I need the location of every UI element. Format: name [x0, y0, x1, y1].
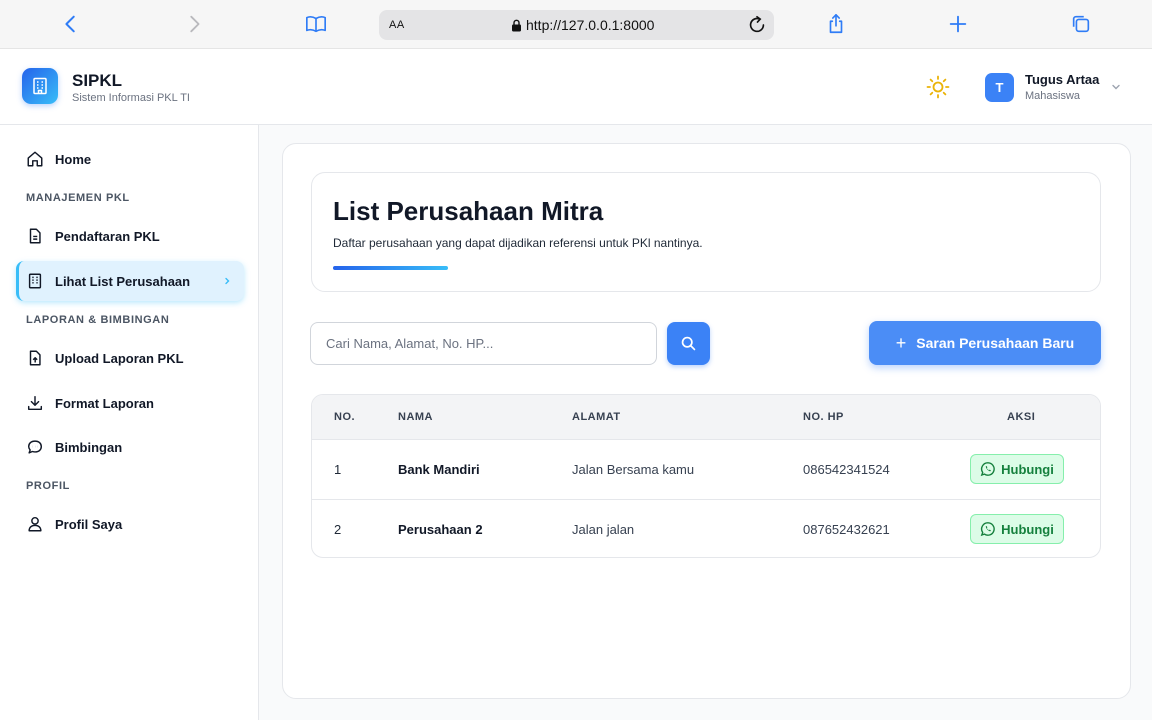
company-phone: 086542341524 [803, 462, 890, 477]
row-number: 1 [334, 462, 342, 477]
lock-icon [512, 19, 521, 31]
contact-button-label: Hubungi [1001, 461, 1054, 477]
column-header-no: NO. [334, 411, 356, 423]
building-icon [28, 273, 42, 289]
sidebar-item-format-laporan[interactable]: Format Laporan [16, 383, 244, 423]
browser-toolbar: AA http://127.0.0.1:8000 [0, 0, 1152, 49]
contact-button[interactable]: Hubungi [970, 454, 1064, 484]
add-company-label: Saran Perusahaan Baru [916, 335, 1075, 351]
table-row: 1 Bank Mandiri Jalan Bersama kamu 086542… [312, 440, 1100, 500]
column-header-aksi: AKSI [1007, 411, 1036, 423]
whatsapp-icon [980, 522, 995, 537]
user-name[interactable]: Tugus Artaa [1025, 72, 1099, 87]
sidebar-item-label: Pendaftaran PKL [55, 228, 160, 244]
url-display[interactable]: http://127.0.0.1:8000 [511, 17, 654, 33]
column-header-nohp: NO. HP [803, 411, 844, 423]
search-button[interactable] [667, 322, 710, 365]
reload-icon[interactable] [746, 14, 768, 36]
sidebar-item-label: Bimbingan [55, 439, 123, 455]
url-text: http://127.0.0.1:8000 [526, 17, 655, 33]
title-underline [333, 266, 448, 270]
page-header-card [311, 172, 1101, 292]
user-role: Mahasiswa [1025, 90, 1081, 102]
tabs-icon[interactable] [1067, 10, 1095, 38]
address-bar[interactable]: AA http://127.0.0.1:8000 [379, 10, 774, 40]
forward-icon[interactable] [180, 10, 208, 38]
whatsapp-icon [980, 462, 995, 477]
app-header: SIPKL Sistem Informasi PKL TI T Tugus Ar… [0, 49, 1152, 125]
sidebar: Home MANAJEMEN PKL Pendaftaran PKL Lihat… [0, 125, 259, 720]
document-upload-icon [29, 350, 41, 366]
new-tab-icon[interactable] [944, 10, 972, 38]
user-icon [28, 516, 42, 532]
chevron-right-icon [225, 277, 230, 285]
sidebar-section-laporan: LAPORAN & BIMBINGAN [26, 314, 170, 326]
company-name: Bank Mandiri [398, 462, 480, 477]
company-address: Jalan Bersama kamu [572, 462, 695, 477]
download-icon [27, 395, 43, 411]
user-avatar[interactable]: T [985, 73, 1014, 102]
sidebar-item-label: Home [55, 151, 92, 167]
column-header-nama: NAMA [398, 411, 433, 423]
home-icon [27, 151, 43, 167]
row-number: 2 [334, 522, 342, 537]
page-description: Daftar perusahaan yang dapat dijadikan r… [333, 236, 703, 250]
contact-button-label: Hubungi [1001, 521, 1054, 537]
plus-icon: + [895, 332, 907, 353]
sun-icon[interactable] [926, 75, 950, 99]
bookmarks-icon[interactable] [302, 10, 330, 38]
sidebar-item-home[interactable]: Home [16, 139, 244, 179]
chat-icon [27, 440, 43, 454]
building-logo-icon [22, 68, 58, 104]
sidebar-item-label: Format Laporan [55, 395, 154, 411]
contact-button[interactable]: Hubungi [970, 514, 1064, 544]
sidebar-item-label: Upload Laporan PKL [55, 350, 184, 366]
add-company-button[interactable]: + Saran Perusahaan Baru [869, 321, 1101, 365]
document-icon [29, 228, 41, 244]
app-brand-subtitle: Sistem Informasi PKL TI [72, 92, 190, 104]
reader-aa-button[interactable]: AA [389, 19, 405, 31]
share-icon[interactable] [822, 10, 850, 38]
sidebar-section-manajemen: MANAJEMEN PKL [26, 192, 130, 204]
search-icon [681, 336, 696, 351]
sidebar-item-pendaftaran[interactable]: Pendaftaran PKL [16, 216, 244, 256]
company-name: Perusahaan 2 [398, 522, 483, 537]
sidebar-section-profil: PROFIL [26, 480, 70, 492]
app-brand: SIPKL [72, 71, 123, 90]
table-row: 2 Perusahaan 2 Jalan jalan 087652432621 … [312, 500, 1100, 557]
sidebar-item-profil-saya[interactable]: Profil Saya [16, 504, 244, 544]
company-table: NO. NAMA ALAMAT NO. HP AKSI 1 Bank Mandi… [311, 394, 1101, 558]
back-icon[interactable] [57, 10, 85, 38]
sidebar-item-lihat-list-perusahaan[interactable]: Lihat List Perusahaan [16, 261, 244, 301]
sidebar-item-bimbingan[interactable]: Bimbingan [16, 427, 244, 467]
chevron-down-icon[interactable] [1110, 81, 1122, 93]
page-title: List Perusahaan Mitra [333, 196, 604, 226]
sidebar-item-label: Profil Saya [55, 516, 123, 532]
sidebar-item-label: Lihat List Perusahaan [55, 273, 191, 289]
company-phone: 087652432621 [803, 522, 890, 537]
table-header: NO. NAMA ALAMAT NO. HP AKSI [312, 395, 1100, 440]
company-address: Jalan jalan [572, 522, 635, 537]
sidebar-item-upload-laporan[interactable]: Upload Laporan PKL [16, 338, 244, 378]
column-header-alamat: ALAMAT [572, 411, 621, 423]
search-input[interactable] [310, 322, 657, 365]
